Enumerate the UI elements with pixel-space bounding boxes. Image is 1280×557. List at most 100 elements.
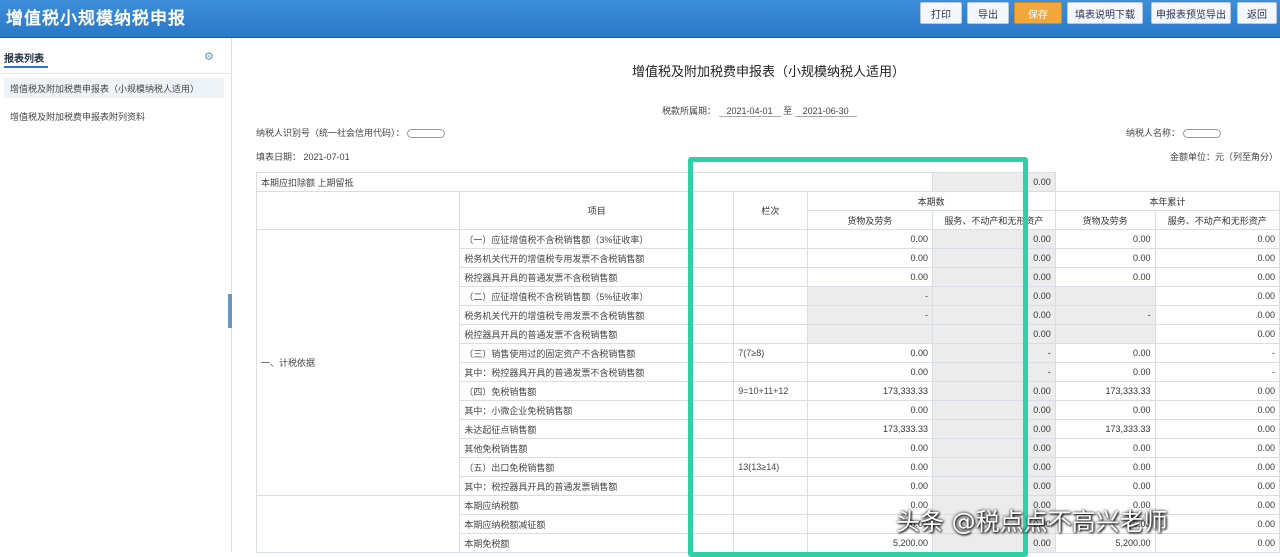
row-label: 本期应纳税额 (459, 495, 735, 515)
col-item-header: 项目 (459, 191, 735, 230)
ytd-service-cell[interactable]: 0.00 (1154, 400, 1280, 420)
current-goods-cell[interactable]: - (806, 305, 933, 325)
ytd-service-cell[interactable]: 0.00 (1154, 381, 1280, 401)
ytd-goods-cell[interactable]: - (1054, 305, 1156, 325)
ytd-service-cell[interactable]: - (1154, 362, 1280, 382)
row-label: （一）应征增值税不含税销售额（3%征收率） (459, 229, 735, 249)
title-bar: 增值税小规模纳税申报 打印 导出 保存 填表说明下载 申报表预览导出 返回 (0, 0, 1280, 38)
current-goods-cell[interactable]: 173,333.33 (806, 419, 933, 439)
current-goods-cell[interactable]: 0.00 (806, 400, 933, 420)
preview-export-button[interactable]: 申报表预览导出 (1151, 2, 1231, 24)
current-goods-cell[interactable]: 0.00 (806, 267, 933, 287)
current-goods-cell[interactable]: 0.00 (806, 229, 933, 249)
row-line (733, 362, 808, 382)
current-goods-cell[interactable]: 173,333.33 (806, 381, 933, 401)
ytd-goods-cell[interactable]: 173,333.33 (1054, 381, 1156, 401)
current-service-cell[interactable]: 0.00 (931, 400, 1056, 420)
ytd-service-cell[interactable]: 0.00 (1154, 267, 1280, 287)
current-service-cell[interactable]: 0.00 (931, 457, 1056, 477)
fill-date-label: 填表日期： (256, 152, 302, 162)
current-service-cell[interactable]: 0.00 (931, 267, 1056, 287)
ytd-service-cell[interactable]: 0.00 (1154, 419, 1280, 439)
ytd-service-cell[interactable]: 0.00 (1154, 533, 1280, 553)
row-line (733, 267, 808, 287)
period-to[interactable]: 2021-06-30 (794, 106, 857, 117)
row-line (733, 229, 808, 249)
ytd-service-cell[interactable]: 0.00 (1154, 457, 1280, 477)
sidebar-header: 报表列表 ⚙ (0, 38, 232, 74)
ytd-goods-cell[interactable] (1054, 286, 1156, 306)
row-label: 未达起征点销售额 (459, 419, 735, 439)
ytd-goods-cell[interactable]: 0.00 (1054, 248, 1156, 268)
ytd-goods-cell[interactable]: 0.00 (1054, 267, 1156, 287)
current-goods-cell[interactable]: 0.00 (806, 457, 933, 477)
settings-icon[interactable]: ⚙ (204, 50, 214, 63)
ytd-goods-cell[interactable]: 0.00 (1054, 362, 1156, 382)
row-label: 其中：税控器具开具的普通发票不含税销售额 (459, 362, 735, 382)
blank-cell (255, 191, 461, 230)
current-goods-cell[interactable]: 0.00 (806, 248, 933, 268)
ytd-goods-cell[interactable]: 0.00 (1054, 438, 1156, 458)
sidebar-item-schedule[interactable]: 增值税及附加税费申报表附列资料 (4, 106, 224, 126)
current-service-cell[interactable]: 0.00 (931, 229, 1056, 249)
row-label: （五）出口免税销售额 (459, 457, 735, 477)
ytd-service-cell[interactable]: 0.00 (1154, 286, 1280, 306)
watermark: 头条 @税点点不高兴老师 (896, 508, 1168, 536)
ytd-service-cell[interactable]: 0.00 (1154, 305, 1280, 325)
ytd-service-cell[interactable]: - (1154, 343, 1280, 363)
export-button[interactable]: 导出 (967, 2, 1009, 24)
period-from[interactable]: 2021-04-01 (718, 106, 781, 117)
ytd-service-cell[interactable]: 0.00 (1154, 476, 1280, 496)
sidebar-title: 报表列表 (4, 54, 44, 65)
ytd-goods-cell[interactable]: 0.00 (1054, 457, 1156, 477)
current-service-cell[interactable]: 0.00 (931, 381, 1056, 401)
current-service-cell[interactable]: 0.00 (931, 324, 1056, 344)
document-title: 增值税及附加税费申报表（小规模纳税人适用） (632, 64, 906, 79)
row-line (733, 248, 808, 268)
current-service-cell[interactable]: 0.00 (931, 476, 1056, 496)
current-goods-cell[interactable]: 0.00 (806, 362, 933, 382)
current-service-cell[interactable]: 0.00 (931, 248, 1056, 268)
ytd-goods-cell[interactable]: 0.00 (1054, 229, 1156, 249)
ytd-goods-cell[interactable] (1054, 324, 1156, 344)
current-goods-cell[interactable]: - (806, 286, 933, 306)
sidebar-scrollbar[interactable] (228, 294, 232, 328)
ytd-service-cell[interactable]: 0.00 (1154, 514, 1280, 534)
current-goods-cell[interactable]: 0.00 (806, 476, 933, 496)
print-button[interactable]: 打印 (920, 2, 962, 24)
ytd-goods-cell[interactable]: 0.00 (1054, 343, 1156, 363)
current-service-cell[interactable]: - (931, 362, 1056, 382)
ytd-goods-header: 货物及劳务 (1054, 210, 1156, 230)
row-label: 税控器具开具的普通发票不含税销售额 (459, 324, 735, 344)
instructions-download-button[interactable]: 填表说明下载 (1067, 2, 1143, 24)
ytd-service-cell[interactable]: 0.00 (1154, 438, 1280, 458)
redacted-mark (407, 129, 446, 139)
row-line (733, 495, 808, 515)
ytd-service-cell[interactable]: 0.00 (1154, 495, 1280, 515)
current-service-cell[interactable]: 0.00 (931, 438, 1056, 458)
ytd-service-cell[interactable]: 0.00 (1154, 324, 1280, 344)
current-service-cell[interactable]: 0.00 (931, 305, 1056, 325)
deduct-value[interactable]: 0.00 (931, 172, 1056, 192)
save-button[interactable]: 保存 (1014, 2, 1062, 24)
sidebar-title-underline (4, 66, 48, 68)
current-goods-cell[interactable] (806, 324, 933, 344)
current-service-cell[interactable]: 0.00 (931, 419, 1056, 439)
back-button[interactable]: 返回 (1237, 2, 1277, 24)
current-goods-cell[interactable]: 0.00 (806, 343, 933, 363)
current-goods-cell[interactable]: 0.00 (806, 438, 933, 458)
sidebar: 报表列表 ⚙ 增值税及附加税费申报表（小规模纳税人适用） 增值税及附加税费申报表… (0, 38, 232, 552)
ytd-goods-cell[interactable]: 173,333.33 (1054, 419, 1156, 439)
ytd-goods-cell[interactable]: 0.00 (1054, 476, 1156, 496)
ytd-goods-cell[interactable]: 0.00 (1054, 400, 1156, 420)
return-table: 本期应扣除额 上期留抵 0.00 项目 栏次 本期数 本年累计 货物及劳务 服务… (255, 172, 1280, 553)
row-line (733, 286, 808, 306)
ytd-service-cell[interactable]: 0.00 (1154, 248, 1280, 268)
row-label: 本期免税额 (459, 533, 735, 553)
current-service-cell[interactable]: 0.00 (931, 286, 1056, 306)
ytd-service-cell[interactable]: 0.00 (1154, 229, 1280, 249)
taxpayer-name: 纳税人名称： (1126, 126, 1221, 139)
fill-date: 填表日期： 2021-07-01 (256, 150, 350, 163)
current-service-cell[interactable]: - (931, 343, 1056, 363)
sidebar-item-main-return[interactable]: 增值税及附加税费申报表（小规模纳税人适用） (4, 78, 224, 98)
